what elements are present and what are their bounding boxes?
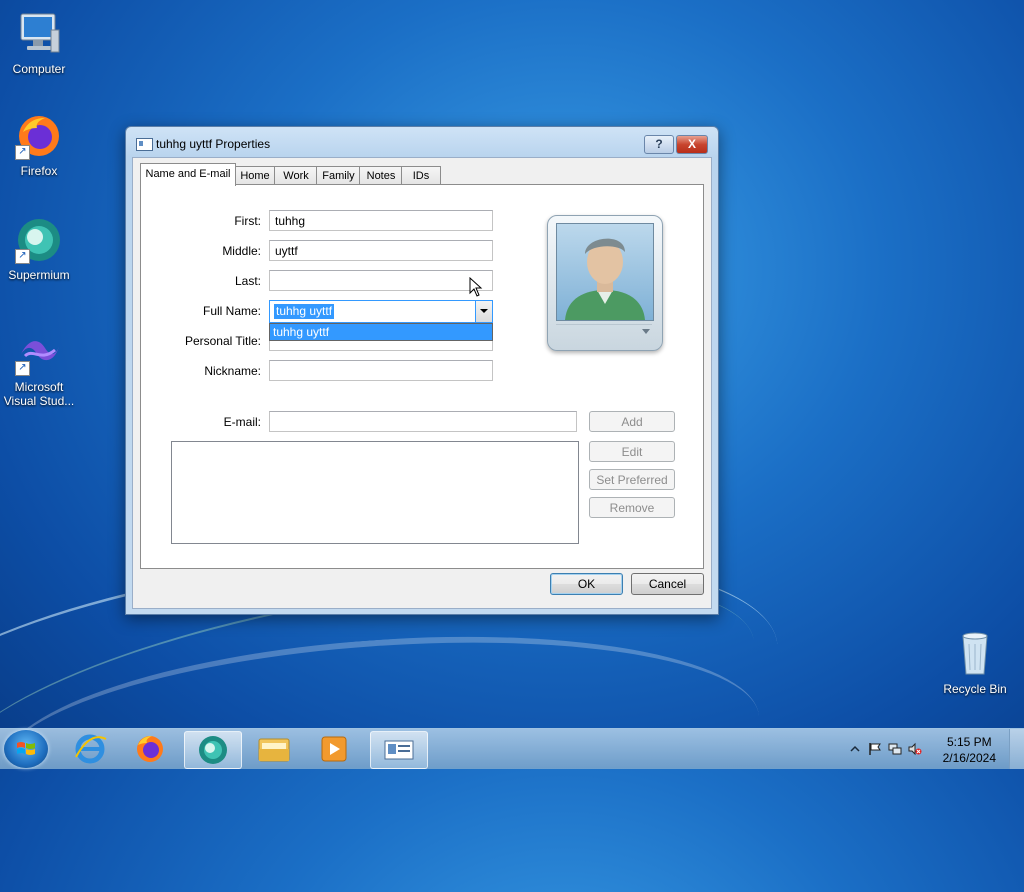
file-explorer-icon [258, 738, 290, 762]
last-name-field[interactable] [269, 270, 493, 291]
desktop-icon-visual-studio[interactable]: ↗ Microsoft Visual Stud... [1, 328, 77, 408]
volume-muted-icon[interactable] [908, 742, 922, 756]
taskbar-supermium[interactable] [184, 731, 242, 769]
taskbar-media-player[interactable] [306, 731, 362, 767]
tab-work[interactable]: Work [274, 166, 318, 185]
desktop-icon-label: Microsoft Visual Stud... [3, 380, 75, 408]
taskbar-file-explorer[interactable] [246, 731, 302, 767]
clock-time: 5:15 PM [946, 735, 992, 749]
add-email-button[interactable]: Add [589, 411, 675, 432]
shortcut-arrow-icon: ↗ [15, 145, 30, 160]
mouse-cursor-icon [469, 277, 483, 297]
clock-date: 2/16/2024 [942, 751, 996, 765]
edit-email-button[interactable]: Edit [589, 441, 675, 462]
shortcut-arrow-icon: ↗ [15, 361, 30, 376]
desktop-icon-supermium[interactable]: ↗ Supermium [1, 216, 77, 282]
tab-family[interactable]: Family [316, 166, 361, 185]
action-center-flag-icon[interactable] [868, 742, 882, 756]
visual-studio-icon: ↗ [15, 328, 63, 376]
full-name-combobox[interactable]: tuhhg uyttf [269, 300, 493, 323]
computer-icon [15, 10, 63, 58]
desktop-icon-label: Computer [12, 62, 66, 76]
first-name-field[interactable]: tuhhg [269, 210, 493, 231]
internet-explorer-icon [75, 734, 107, 764]
cancel-button[interactable]: Cancel [631, 573, 704, 595]
contacts-icon [384, 740, 414, 760]
set-preferred-button[interactable]: Set Preferred [589, 469, 675, 490]
personal-title-label: Personal Title: [184, 334, 261, 348]
middle-name-field[interactable]: uyttf [269, 240, 493, 261]
help-button[interactable]: ? [644, 135, 674, 154]
nickname-field[interactable] [269, 360, 493, 381]
dialog-client-area: Name and E-mail Home Work Family Notes I… [132, 157, 712, 609]
email-field[interactable] [269, 411, 577, 432]
desktop-icon-label: Recycle Bin [943, 682, 1007, 696]
full-name-option[interactable]: tuhhg uyttf [270, 324, 492, 340]
ok-button[interactable]: OK [550, 573, 623, 595]
system-clock[interactable]: 5:15 PM 2/16/2024 [943, 734, 996, 766]
email-address-list[interactable] [171, 441, 579, 544]
contact-properties-dialog: tuhhg uyttf Properties ? X Name and E-ma… [125, 126, 719, 615]
close-button[interactable]: X [676, 135, 708, 154]
desktop-icon-computer[interactable]: Computer [1, 10, 77, 76]
firefox-icon: ↗ [15, 112, 63, 160]
full-name-selected-text: tuhhg uyttf [274, 304, 335, 319]
dialog-title: tuhhg uyttf Properties [156, 137, 271, 151]
contact-avatar-icon [556, 223, 654, 321]
supermium-icon: ↗ [15, 216, 63, 264]
shortcut-arrow-icon: ↗ [15, 249, 30, 264]
chevron-down-icon[interactable] [475, 301, 492, 322]
title-bar[interactable]: tuhhg uyttf Properties ? X [126, 127, 718, 157]
middle-label: Middle: [222, 244, 261, 258]
desktop-icon-firefox[interactable]: ↗ Firefox [1, 112, 77, 178]
remove-email-button[interactable]: Remove [589, 497, 675, 518]
email-label: E-mail: [223, 415, 261, 429]
tab-ids[interactable]: IDs [401, 166, 441, 185]
network-icon[interactable] [888, 742, 902, 756]
contact-photo[interactable] [547, 215, 663, 351]
desktop-icon-label: Firefox [20, 164, 58, 178]
show-hidden-icons-icon[interactable] [848, 742, 862, 756]
nickname-label: Nickname: [204, 364, 261, 378]
full-name-label: Full Name: [202, 304, 261, 318]
media-player-icon [321, 736, 347, 762]
firefox-icon [137, 736, 163, 762]
tab-notes[interactable]: Notes [359, 166, 403, 185]
contact-card-icon [136, 138, 153, 151]
show-desktop-button[interactable] [1009, 729, 1024, 769]
tab-name-and-email[interactable]: Name and E-mail [140, 163, 236, 186]
supermium-icon [199, 736, 227, 764]
taskbar: 5:15 PM 2/16/2024 [0, 728, 1024, 769]
first-label: First: [234, 214, 261, 228]
taskbar-contacts[interactable] [370, 731, 428, 769]
last-label: Last: [234, 274, 261, 288]
tab-home[interactable]: Home [234, 166, 276, 185]
name-and-email-panel: First: tuhhg Middle: uyttf Last: Full Na… [140, 184, 704, 569]
taskbar-internet-explorer[interactable] [62, 731, 118, 767]
recycle-bin-icon [951, 630, 999, 678]
photo-options-dropdown[interactable] [556, 324, 652, 339]
taskbar-firefox[interactable] [122, 731, 178, 767]
full-name-dropdown-list: tuhhg uyttf [269, 323, 493, 341]
desktop-icon-recycle-bin[interactable]: Recycle Bin [937, 630, 1013, 696]
start-button[interactable] [4, 730, 48, 768]
desktop-icon-label: Supermium [8, 268, 70, 282]
windows-logo-icon [17, 742, 35, 755]
system-tray: 5:15 PM 2/16/2024 [834, 729, 1024, 769]
